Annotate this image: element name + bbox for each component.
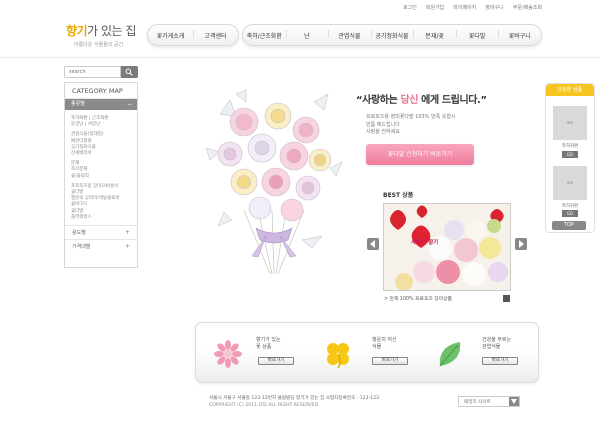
recent-item-caption: 축하화환 (561, 144, 579, 149)
chevron-down-icon (511, 399, 517, 404)
cart-link[interactable]: 장바구니 (485, 4, 503, 11)
nav-air-purifying[interactable]: 공기정화식물 (370, 29, 414, 40)
category-section-purpose[interactable]: 용도별 + (65, 225, 137, 239)
category-section-type[interactable]: 종류별 − (65, 99, 137, 110)
nav-bouquet[interactable]: 꽃다발 (455, 29, 499, 40)
recent-item-thumb[interactable]: IMG (553, 166, 587, 200)
recently-viewed-panel: 오늘본 상품 IMG 축하화환 GO IMG 축하화환 GO (545, 83, 595, 233)
family-site-select[interactable]: 패밀리 사이트 (458, 396, 520, 407)
logo-subtitle: 아름다운 식물들의 공간 (74, 42, 124, 48)
expand-icon: + (124, 229, 130, 237)
arrow-right-icon (519, 240, 524, 248)
best-product-caption[interactable]: > 만족 100% 프로포즈 장미상품 (384, 295, 452, 302)
logo-text: 가 있는 집 (87, 24, 136, 38)
search-box (64, 66, 138, 78)
footer-address: 서울시 서울구 서울동 123-12번지 클럽빌딩 향기가 있는 집 사업자등록… (209, 396, 379, 401)
best-image-text: 사랑의 향기 (411, 240, 439, 246)
expand-icon: + (124, 243, 130, 251)
search-icon (125, 68, 133, 76)
promo-item-luck: 행운의 여신 식물 바로가기 (324, 323, 424, 384)
utility-bar: 로그인 회원가입 마이페이지 장바구니 주문/배송조회 (403, 4, 542, 11)
hero-description: 프로포즈용 장미꽃다발 103% 만족 웃합시 빈틈 헤드립니다 사랑을 전하세… (366, 114, 456, 135)
bouquet-illustration (206, 90, 342, 275)
site-logo[interactable]: 향기가 있는 집 아름다운 식물들의 공간 (66, 22, 136, 48)
best-next-button[interactable] (515, 238, 527, 250)
promo-item-foliage: 건강을 부르는 관엽식물 바로가기 (436, 323, 536, 384)
recent-item-thumb[interactable]: IMG (553, 106, 587, 140)
best-more-icon[interactable] (503, 295, 510, 302)
leaf-icon (439, 342, 461, 367)
daisy-icon (214, 340, 242, 368)
recent-item-go-button[interactable]: GO (562, 151, 578, 158)
promo-luck-button[interactable]: 바로가기 (372, 357, 408, 365)
recent-item-caption: 축하화환 (561, 204, 579, 209)
login-link[interactable]: 로그인 (403, 4, 417, 11)
nav-group-products: 축하/근조화환 난 관엽식물 공기정화식물 분재/꽃 꽃다발 꽃바구니 (242, 24, 542, 46)
nav-customer-center[interactable]: 고객센터 (193, 29, 238, 40)
promo-flowers-button[interactable]: 바로가기 (258, 357, 294, 365)
scroll-top-button[interactable]: TOP (552, 221, 586, 230)
nav-group-info: 꽃가게소개 고객센터 (147, 24, 239, 46)
category-map-title: CATEGORY MAP (65, 83, 137, 99)
promo-foliage-button[interactable]: 바로가기 (482, 357, 518, 365)
best-product-image[interactable]: 사랑의 향기 (383, 203, 511, 291)
nav-orchids[interactable]: 난 (285, 29, 329, 40)
logo-accent: 향기 (66, 24, 88, 38)
best-products-label: BEST 상품 (383, 192, 414, 199)
search-input[interactable] (64, 66, 121, 78)
arrow-left-icon (370, 240, 375, 248)
header-divider (0, 57, 600, 58)
rose-bouquet-photo (384, 204, 510, 290)
clover-icon (327, 343, 349, 368)
nav-wreaths[interactable]: 축하/근조화환 (243, 31, 286, 40)
promo-item-flowers: 향기가 있는 꽃 상품 바로가기 (214, 323, 314, 384)
collapse-icon: − (126, 101, 132, 108)
recent-item-go-button[interactable]: GO (562, 210, 578, 217)
nav-about[interactable]: 꽃가게소개 (148, 31, 193, 40)
category-map: CATEGORY MAP 종류별 − 축하화환 | 근조화환 동양난 | 서양난… (64, 82, 138, 268)
nav-foliage[interactable]: 관엽식물 (328, 29, 371, 40)
category-item[interactable]: 플라워박스 (71, 215, 137, 221)
footer-copyright: COPYRIGHT (C) 2011 LTD ALL RIGHT RESERVE… (209, 403, 319, 408)
category-section-price[interactable]: 가격대별 + (65, 239, 137, 253)
search-button[interactable] (121, 66, 138, 78)
nav-basket[interactable]: 꽃바구니 (498, 29, 541, 40)
bouquet-order-button[interactable]: 꽃다발 신청하기 바로가기 (366, 144, 474, 165)
recently-viewed-title: 오늘본 상품 (546, 84, 594, 96)
signup-link[interactable]: 회원가입 (426, 4, 444, 11)
order-tracking-link[interactable]: 주문/배송조회 (513, 4, 542, 11)
hero-headline: “사랑하는 당신 에게 드립니다.” (356, 95, 487, 106)
promo-bar: 향기가 있는 꽃 상품 바로가기 행운의 여신 식물 바로가기 건강을 부르는 … (195, 322, 539, 383)
mypage-link[interactable]: 마이페이지 (453, 4, 476, 11)
best-prev-button[interactable] (367, 238, 379, 250)
nav-bonsai[interactable]: 분재/꽃 (413, 29, 456, 40)
category-list: 축하화환 | 근조화환 동양난 | 서양난 관엽식물(일대일) 베란다정원 공기… (65, 110, 137, 225)
